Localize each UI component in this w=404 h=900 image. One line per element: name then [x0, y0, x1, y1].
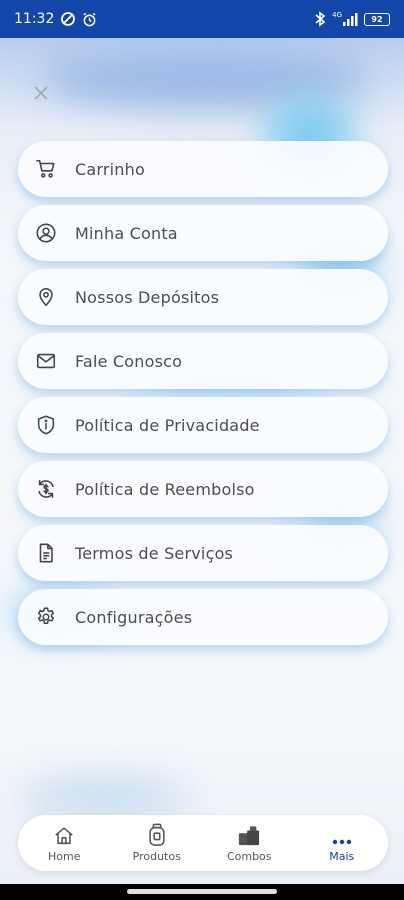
gas-cylinder-icon	[146, 823, 168, 847]
menu-item-label: Fale Conosco	[75, 351, 183, 371]
status-left: 11:32	[14, 11, 97, 27]
nav-tab-label: Home	[48, 850, 81, 863]
more-dots-icon	[331, 823, 353, 847]
gear-icon	[34, 605, 58, 629]
menu-item-termos-servicos[interactable]: Termos de Serviços	[18, 525, 388, 581]
gesture-handle[interactable]	[127, 889, 277, 894]
status-right: 4G 92	[314, 11, 390, 27]
nav-tab-produtos[interactable]: Produtos	[117, 815, 197, 871]
nav-tab-label: Mais	[329, 850, 355, 863]
menu-item-configuracoes[interactable]: Configurações	[18, 589, 388, 645]
shield-info-icon	[34, 413, 58, 437]
boxes-icon	[237, 823, 261, 847]
nav-tab-combos[interactable]: Combos	[209, 815, 289, 871]
nav-tab-label: Produtos	[132, 850, 181, 863]
menu-item-label: Minha Conta	[75, 223, 178, 243]
menu-item-label: Configurações	[75, 607, 193, 627]
alarm-icon	[82, 12, 97, 27]
menu-item-label: Política de Reembolso	[75, 479, 255, 499]
close-button[interactable]	[28, 80, 54, 106]
mail-icon	[34, 349, 58, 373]
nav-tab-home[interactable]: Home	[24, 815, 104, 871]
nav-tab-label: Combos	[226, 850, 272, 863]
menu-item-label: Política de Privacidade	[75, 415, 260, 435]
menu-item-label: Nossos Depósitos	[75, 287, 220, 307]
document-icon	[34, 541, 58, 565]
user-circle-icon	[34, 221, 58, 245]
bluetooth-icon	[314, 11, 326, 27]
nav-tab-mais[interactable]: Mais	[302, 815, 382, 871]
menu-item-label: Termos de Serviços	[75, 543, 234, 563]
status-bar: 11:32 4G 92	[0, 0, 404, 38]
menu-item-minha-conta[interactable]: Minha Conta	[18, 205, 388, 261]
menu-item-label: Carrinho	[75, 159, 145, 179]
cart-icon	[34, 157, 58, 181]
menu-item-politica-privacidade[interactable]: Política de Privacidade	[18, 397, 388, 453]
location-pin-icon	[34, 285, 58, 309]
menu-item-carrinho[interactable]: Carrinho	[18, 141, 388, 197]
status-time: 11:32	[14, 11, 55, 27]
home-icon	[53, 823, 75, 847]
close-icon	[34, 86, 48, 100]
menu-item-fale-conosco[interactable]: Fale Conosco	[18, 333, 388, 389]
battery-level: 92	[371, 14, 383, 24]
battery-indicator: 92	[364, 12, 390, 26]
refund-cycle-icon	[34, 477, 58, 501]
menu-item-nossos-depositos[interactable]: Nossos Depósitos	[18, 269, 388, 325]
signal-icon: 4G	[332, 10, 358, 26]
network-type-label: 4G	[332, 10, 342, 19]
bottom-navigation: Home Produtos Combos Mais	[18, 815, 388, 871]
menu-item-politica-reembolso[interactable]: Política de Reembolso	[18, 461, 388, 517]
data-saver-icon	[60, 11, 76, 27]
